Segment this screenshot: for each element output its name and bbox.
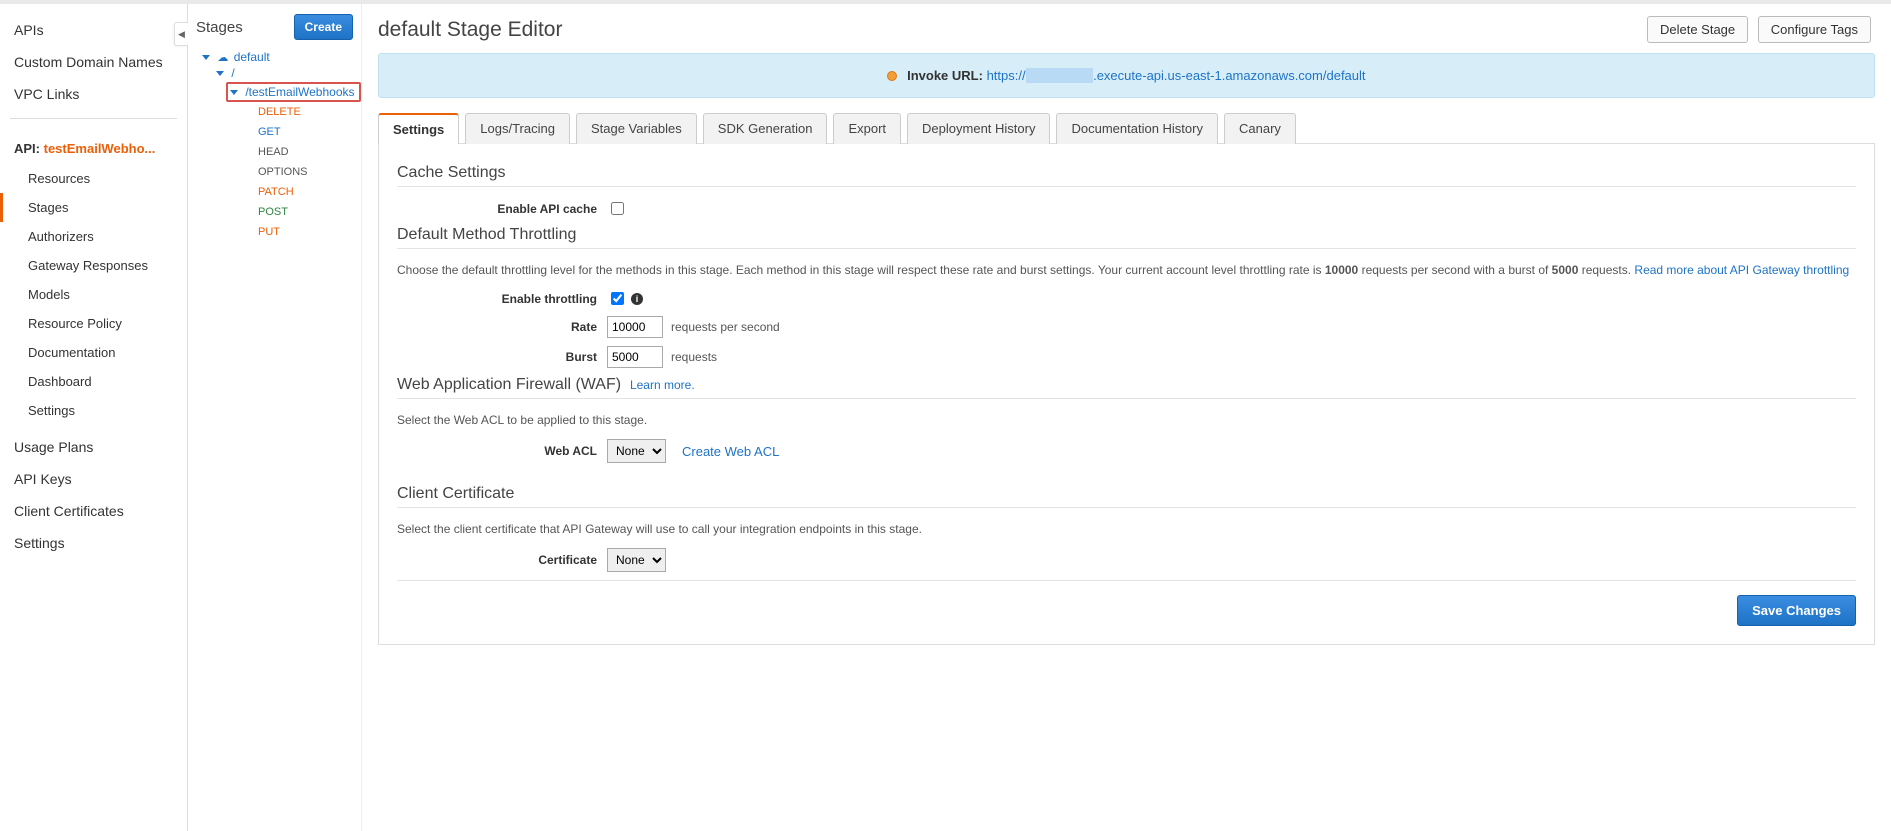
primary-nav: APIs Custom Domain Names VPC Links API: … xyxy=(0,4,188,831)
tab-sdk-generation[interactable]: SDK Generation xyxy=(703,113,828,144)
enable-cache-label: Enable API cache xyxy=(397,202,607,216)
rate-unit: requests per second xyxy=(671,320,780,334)
tab-documentation-history[interactable]: Documentation History xyxy=(1056,113,1218,144)
invoke-url-label: Invoke URL: xyxy=(907,68,983,83)
collapse-nav-icon[interactable]: ◀ xyxy=(174,22,188,46)
nav-documentation[interactable]: Documentation xyxy=(0,338,187,367)
method-delete[interactable]: DELETE xyxy=(256,104,361,120)
divider xyxy=(397,398,1856,399)
save-changes-button[interactable]: Save Changes xyxy=(1737,595,1856,626)
tab-body-settings: Cache Settings Enable API cache Default … xyxy=(378,144,1875,645)
enable-throttling-label: Enable throttling xyxy=(397,292,607,306)
caret-down-icon xyxy=(202,55,210,60)
method-get[interactable]: GET xyxy=(256,124,361,140)
caret-down-icon xyxy=(230,90,238,95)
nav-resource-policy[interactable]: Resource Policy xyxy=(0,309,187,338)
tabs: Settings Logs/Tracing Stage Variables SD… xyxy=(378,112,1875,144)
rate-input[interactable] xyxy=(607,316,663,338)
method-post[interactable]: POST xyxy=(256,204,361,220)
tree-root-slash[interactable]: / /testEmailWebhooks DELETE GE xyxy=(216,64,361,246)
web-acl-label: Web ACL xyxy=(397,444,607,458)
tab-deployment-history[interactable]: Deployment History xyxy=(907,113,1050,144)
method-put[interactable]: PUT xyxy=(256,224,361,240)
tab-stage-variables[interactable]: Stage Variables xyxy=(576,113,697,144)
burst-label: Burst xyxy=(397,350,607,364)
tree-resource-highlight[interactable]: /testEmailWebhooks DELETE GET HEAD OPTIO… xyxy=(230,80,361,244)
delete-stage-button[interactable]: Delete Stage xyxy=(1647,16,1748,43)
nav-settings[interactable]: Settings xyxy=(0,396,187,425)
create-stage-button[interactable]: Create xyxy=(294,14,353,40)
method-head[interactable]: HEAD xyxy=(256,144,361,160)
tab-settings[interactable]: Settings xyxy=(378,113,459,144)
tab-canary[interactable]: Canary xyxy=(1224,113,1296,144)
nav-dashboard[interactable]: Dashboard xyxy=(0,367,187,396)
nav-vpc-links[interactable]: VPC Links xyxy=(0,78,187,110)
method-patch[interactable]: PATCH xyxy=(256,184,361,200)
nav-models[interactable]: Models xyxy=(0,280,187,309)
section-waf-title: Web Application Firewall (WAF) Learn mor… xyxy=(397,376,1856,394)
nav-authorizers[interactable]: Authorizers xyxy=(0,222,187,251)
stage-icon: ☁ xyxy=(217,52,228,64)
tree-title: Stages xyxy=(196,19,243,36)
divider xyxy=(397,186,1856,187)
page-title: default Stage Editor xyxy=(378,18,562,42)
burst-unit: requests xyxy=(671,350,717,364)
certificate-label: Certificate xyxy=(397,553,607,567)
nav-gateway-responses[interactable]: Gateway Responses xyxy=(0,251,187,280)
nav-usage-plans[interactable]: Usage Plans xyxy=(0,431,187,463)
nav-apis[interactable]: APIs xyxy=(0,14,187,46)
nav-global-settings[interactable]: Settings xyxy=(0,527,187,559)
method-options[interactable]: OPTIONS xyxy=(256,164,361,180)
main-panel: default Stage Editor Delete Stage Config… xyxy=(362,4,1891,831)
invoke-url-banner: Invoke URL: https://xxx.execute-api.us-e… xyxy=(378,53,1875,98)
throttling-description: Choose the default throttling level for … xyxy=(397,261,1856,279)
divider xyxy=(397,248,1856,249)
info-icon[interactable]: i xyxy=(631,293,643,305)
divider xyxy=(397,507,1856,508)
rate-label: Rate xyxy=(397,320,607,334)
redacted-host: xxx xyxy=(1026,68,1094,83)
enable-cache-checkbox[interactable] xyxy=(611,202,624,215)
stages-tree: ☁ default / /testEmailWebhooks xyxy=(188,48,361,248)
nav-api-keys[interactable]: API Keys xyxy=(0,463,187,495)
create-web-acl-link[interactable]: Create Web ACL xyxy=(682,444,779,459)
stages-tree-panel: Stages Create ☁ default / xyxy=(188,4,362,831)
section-throttling-title: Default Method Throttling xyxy=(397,226,1856,244)
tree-root-default[interactable]: ☁ default / /testEmailWebhooks xyxy=(202,48,361,248)
waf-description: Select the Web ACL to be applied to this… xyxy=(397,411,1856,429)
web-acl-select[interactable]: None xyxy=(607,439,666,463)
caret-down-icon xyxy=(216,71,224,76)
section-cert-title: Client Certificate xyxy=(397,485,1856,503)
nav-stages[interactable]: Stages xyxy=(0,193,187,222)
nav-client-certificates[interactable]: Client Certificates xyxy=(0,495,187,527)
section-cache-title: Cache Settings xyxy=(397,164,1856,182)
nav-custom-domain[interactable]: Custom Domain Names xyxy=(0,46,187,78)
nav-resources[interactable]: Resources xyxy=(0,164,187,193)
api-label: API: testEmailWebho... xyxy=(0,133,187,164)
certificate-select[interactable]: None xyxy=(607,548,666,572)
waf-learn-more-link[interactable]: Learn more. xyxy=(630,378,695,392)
api-name[interactable]: testEmailWebho... xyxy=(44,141,156,156)
configure-tags-button[interactable]: Configure Tags xyxy=(1758,16,1871,43)
tab-logs-tracing[interactable]: Logs/Tracing xyxy=(465,113,570,144)
cert-description: Select the client certificate that API G… xyxy=(397,520,1856,538)
status-dot-icon xyxy=(887,71,897,81)
enable-throttling-checkbox[interactable] xyxy=(611,292,624,305)
invoke-url-link[interactable]: https://xxx.execute-api.us-east-1.amazon… xyxy=(987,68,1366,83)
nav-divider xyxy=(10,118,177,119)
burst-input[interactable] xyxy=(607,346,663,368)
throttling-read-more-link[interactable]: Read more about API Gateway throttling xyxy=(1634,263,1849,277)
tab-export[interactable]: Export xyxy=(833,113,901,144)
divider xyxy=(397,580,1856,581)
